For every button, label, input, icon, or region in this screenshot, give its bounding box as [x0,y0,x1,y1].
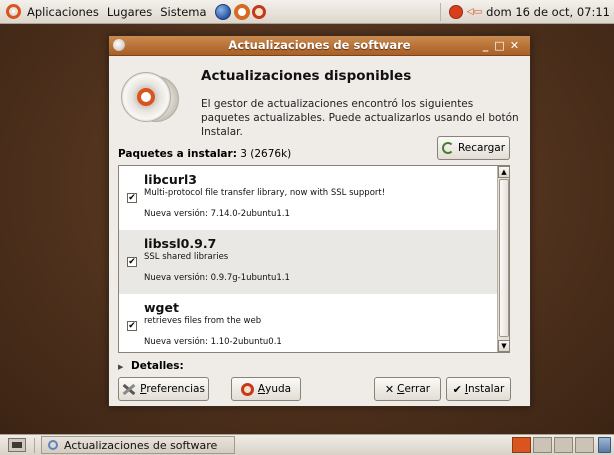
packages-label: Paquetes a instalar: [118,148,237,160]
panel-separator [34,438,35,453]
close-button[interactable]: ✕ Cerrar [374,377,441,401]
package-checkbox[interactable]: ✔ [127,321,137,331]
help-button[interactable]: Ayuda [231,377,301,401]
clock[interactable]: dom 16 de oct, 07:11 [486,5,610,19]
package-description: retrieves files from the web [144,316,262,326]
reload-icon [441,142,454,154]
taskbar-item[interactable]: Actualizaciones de software [41,436,235,454]
package-version: Nueva versión: 1.10-2ubuntu0.1 [144,337,282,347]
show-desktop-icon[interactable] [8,438,26,452]
install-check-icon: ✔ [452,382,462,396]
tray-separator [439,3,441,21]
dialog-description: El gestor de actualizaciones encontró lo… [201,98,519,138]
preferences-button[interactable]: Preferencias [118,377,209,401]
package-checkbox[interactable]: ✔ [127,257,137,267]
update-notifier-icon[interactable] [448,5,463,19]
install-button[interactable]: ✔ Instalar [446,377,511,401]
package-name: libssl0.9.7 [144,236,217,251]
menu-system[interactable]: Sistema [156,0,210,24]
details-label: Detalles: [131,360,184,372]
help-lifebuoy-icon [240,382,254,396]
list-item[interactable]: ✔ libcurl3 Multi-protocol file transfer … [119,166,497,230]
package-name: libcurl3 [144,172,197,187]
web-browser-icon[interactable] [214,3,231,20]
packages-count: 3 (2676k) [240,148,292,160]
preferences-label: referencias [146,383,205,395]
email-icon[interactable] [233,3,250,20]
details-expander[interactable]: ▶ Detalles: [118,360,184,372]
workspace-2[interactable] [533,437,552,453]
package-description: SSL shared libraries [144,252,229,262]
update-manager-window: Actualizaciones de software _ □ ✕ Actual… [108,35,531,407]
help-icon[interactable] [251,4,266,19]
workspace-4[interactable] [575,437,594,453]
close-mnemonic: C [397,383,405,395]
packages-list[interactable]: ✔ libcurl3 Multi-protocol file transfer … [118,165,510,353]
ubuntu-logo-icon[interactable] [6,4,21,19]
list-scrollbar[interactable]: ▲ ▼ [497,166,509,352]
install-label: nstalar [467,383,505,395]
minimize-icon[interactable]: _ [479,39,492,52]
package-description: Multi-protocol file transfer library, no… [144,188,386,198]
scrollbar-thumb[interactable] [499,179,509,337]
trash-icon[interactable] [598,437,611,453]
package-checkbox[interactable]: ✔ [127,193,137,203]
window-title: Actualizaciones de software [228,38,411,52]
dialog-heading: Actualizaciones disponibles [201,68,412,84]
list-item[interactable]: ✔ wget retrieves files from the web Nuev… [119,294,497,352]
top-panel: Aplicaciones Lugares Sistema ◁▭ dom 16 d… [0,0,614,24]
workspace-1[interactable] [512,437,531,453]
scroll-up-icon[interactable]: ▲ [498,166,509,178]
package-version: Nueva versión: 0.9.7g-1ubuntu1.1 [144,273,290,283]
scroll-down-icon[interactable]: ▼ [498,340,509,352]
workspace-3[interactable] [554,437,573,453]
bottom-panel: Actualizaciones de software [0,434,614,455]
close-icon[interactable]: ✕ [508,39,521,52]
packages-summary: Paquetes a instalar: 3 (2676k) [118,148,291,160]
menu-places[interactable]: Lugares [103,0,156,24]
close-label: errar [404,383,431,395]
window-titlebar[interactable]: Actualizaciones de software _ □ ✕ [109,36,530,56]
package-version: Nueva versión: 7.14.0-2ubuntu1.1 [144,209,290,219]
reload-label: Recargar [457,142,506,154]
maximize-icon[interactable]: □ [493,39,506,52]
expander-arrow-icon: ▶ [118,363,124,371]
update-app-icon [48,440,58,450]
help-mnemonic: A [257,383,266,395]
menu-applications[interactable]: Aplicaciones [23,0,103,24]
preferences-icon [122,383,136,395]
list-item[interactable]: ✔ libssl0.9.7 SSL shared libraries Nueva… [119,230,497,294]
network-icon[interactable]: ◁▭ [467,7,482,17]
update-cd-icon [121,72,171,122]
help-label: yuda [265,383,292,395]
reload-button[interactable]: Recargar [437,136,510,160]
close-x-icon: ✕ [384,382,395,396]
package-name: wget [144,300,179,315]
taskbar-item-label: Actualizaciones de software [64,438,218,452]
tray-area: ◁▭ dom 16 de oct, 07:11 [439,0,610,24]
